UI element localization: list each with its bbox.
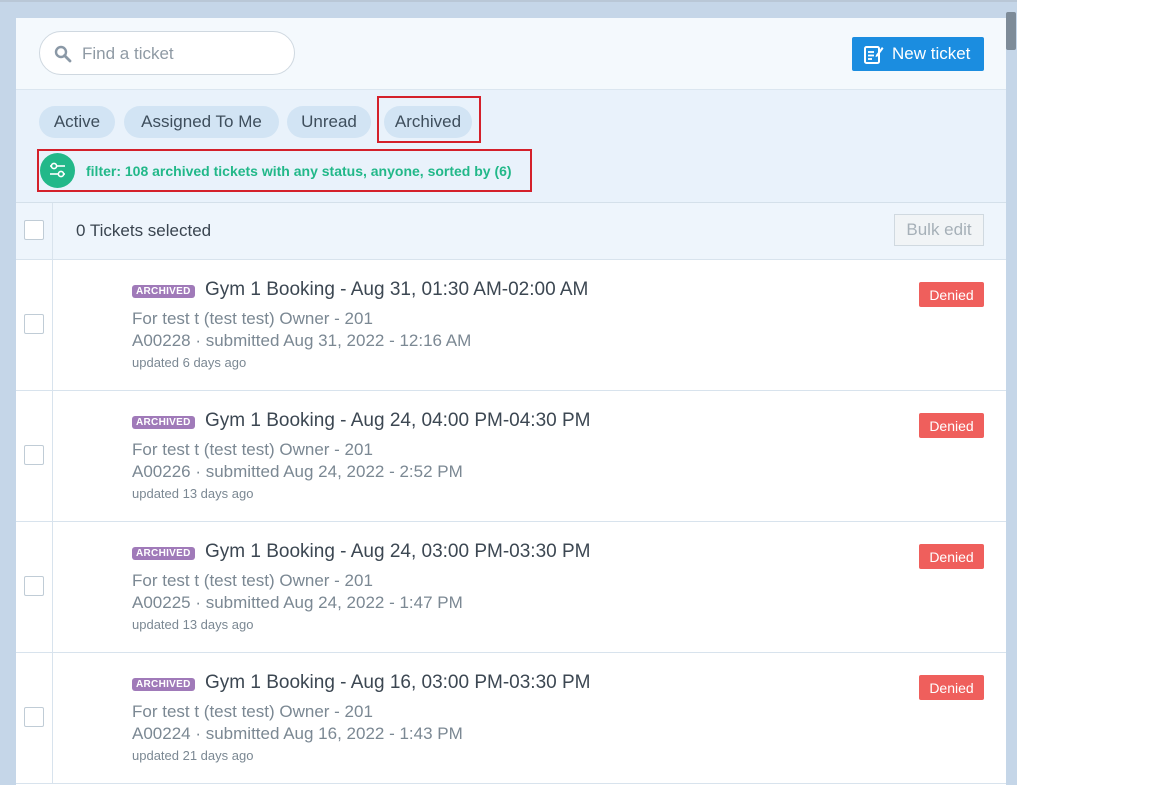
archived-tab-highlight <box>377 96 481 143</box>
ticket-title[interactable]: Gym 1 Booking - Aug 16, 03:00 PM-03:30 P… <box>205 672 590 694</box>
ticket-header: New ticket <box>16 18 1006 90</box>
scrollbar-thumb[interactable] <box>1006 12 1016 50</box>
status-badge: Denied <box>919 282 984 307</box>
new-ticket-label: New ticket <box>892 44 971 63</box>
ticket-row[interactable]: ARCHIVED Gym 1 Booking - Aug 16, 03:00 P… <box>16 653 1006 784</box>
column-divider <box>52 653 53 784</box>
status-badge: Denied <box>919 413 984 438</box>
column-divider <box>52 391 53 522</box>
ticket-updated: updated 13 days ago <box>132 617 254 632</box>
status-badge: Denied <box>919 544 984 569</box>
ticket-panel: New ticket Active Assigned To Me Unread … <box>16 18 1006 787</box>
column-divider <box>52 260 53 391</box>
ticket-checkbox[interactable] <box>24 445 44 465</box>
ticket-row[interactable]: ARCHIVED Gym 1 Booking - Aug 31, 01:30 A… <box>16 260 1006 391</box>
archived-badge: ARCHIVED <box>132 678 195 691</box>
archived-badge: ARCHIVED <box>132 547 195 560</box>
ticket-checkbox[interactable] <box>24 707 44 727</box>
ticket-title[interactable]: Gym 1 Booking - Aug 24, 04:00 PM-04:30 P… <box>205 410 590 432</box>
new-ticket-button[interactable]: New ticket <box>852 37 984 71</box>
ticket-row[interactable]: ARCHIVED Gym 1 Booking - Aug 24, 03:00 P… <box>16 522 1006 653</box>
archived-badge: ARCHIVED <box>132 285 195 298</box>
filter-text: filter: 108 archived tickets with any st… <box>86 163 512 179</box>
ticket-app-frame: New ticket Active Assigned To Me Unread … <box>0 0 1017 787</box>
ticket-submitted: A00226 · submitted Aug 24, 2022 - 2:52 P… <box>132 462 463 481</box>
ticket-submitted: A00225 · submitted Aug 24, 2022 - 1:47 P… <box>132 593 463 612</box>
ticket-row[interactable]: ARCHIVED Gym 1 Booking - Aug 24, 04:00 P… <box>16 391 1006 522</box>
ticket-list: ARCHIVED Gym 1 Booking - Aug 31, 01:30 A… <box>16 260 1006 784</box>
selected-count: 0 Tickets selected <box>76 221 212 240</box>
filter-summary[interactable]: filter: 108 archived tickets with any st… <box>37 149 532 192</box>
tab-active[interactable]: Active <box>39 106 115 138</box>
search-input[interactable] <box>80 42 284 66</box>
ticket-updated: updated 6 days ago <box>132 355 247 370</box>
ticket-updated: updated 21 days ago <box>132 748 254 763</box>
selection-bar: 0 Tickets selected Bulk edit <box>16 203 1006 260</box>
bulk-edit-button[interactable]: Bulk edit <box>894 214 984 246</box>
ticket-title[interactable]: Gym 1 Booking - Aug 24, 03:00 PM-03:30 P… <box>205 541 590 563</box>
search-box[interactable] <box>39 31 295 75</box>
ticket-checkbox[interactable] <box>24 576 44 596</box>
ticket-submitted: A00224 · submitted Aug 16, 2022 - 1:43 P… <box>132 724 463 743</box>
column-divider <box>52 522 53 653</box>
column-divider <box>52 203 53 259</box>
ticket-checkbox[interactable] <box>24 314 44 334</box>
tab-assigned-to-me[interactable]: Assigned To Me <box>124 106 279 138</box>
select-all-checkbox[interactable] <box>24 220 44 240</box>
ticket-title[interactable]: Gym 1 Booking - Aug 31, 01:30 AM-02:00 A… <box>205 279 588 301</box>
ticket-requester: For test t (test test) Owner - 201 <box>132 571 373 590</box>
new-ticket-icon <box>864 45 884 64</box>
ticket-requester: For test t (test test) Owner - 201 <box>132 309 373 328</box>
search-icon <box>54 45 72 63</box>
ticket-requester: For test t (test test) Owner - 201 <box>132 702 373 721</box>
ticket-requester: For test t (test test) Owner - 201 <box>132 440 373 459</box>
ticket-filter-area: Active Assigned To Me Unread Archived fi… <box>16 90 1006 203</box>
ticket-updated: updated 13 days ago <box>132 486 254 501</box>
filter-sliders-icon <box>40 153 75 188</box>
ticket-submitted: A00228 · submitted Aug 31, 2022 - 12:16 … <box>132 331 472 350</box>
tab-unread[interactable]: Unread <box>287 106 371 138</box>
archived-badge: ARCHIVED <box>132 416 195 429</box>
status-badge: Denied <box>919 675 984 700</box>
